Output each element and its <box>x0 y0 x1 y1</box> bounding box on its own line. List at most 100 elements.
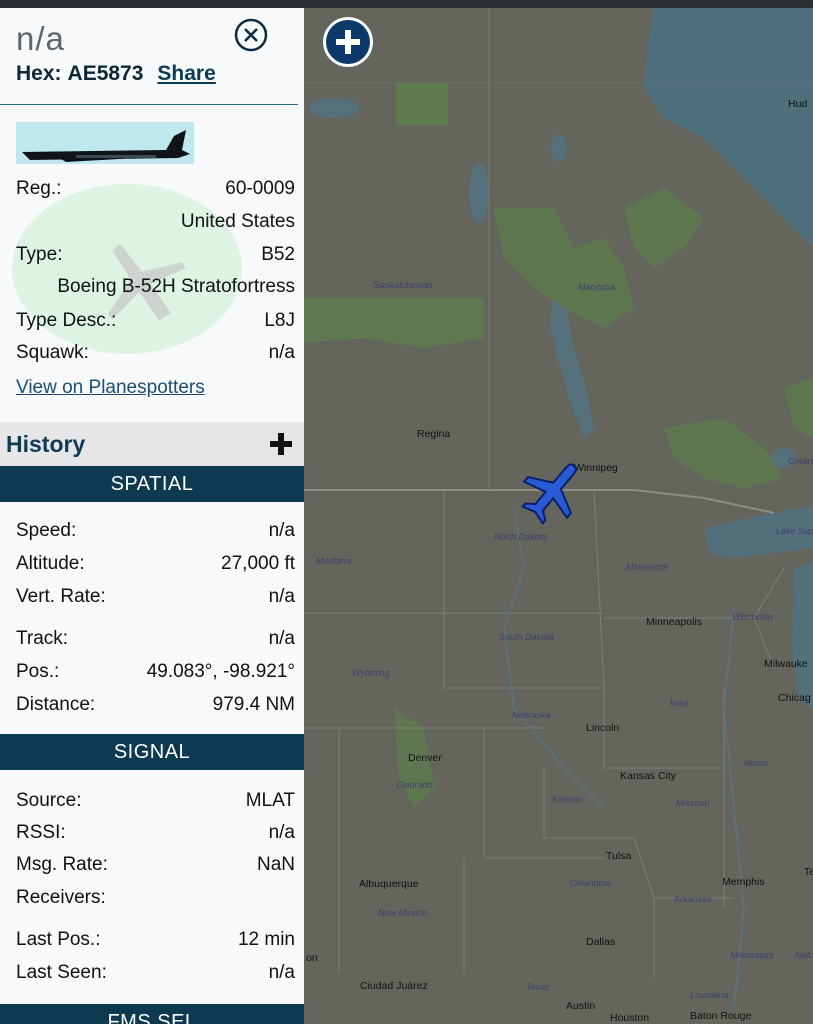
speed-row: Speed: n/a <box>16 520 295 542</box>
rssi-label: RSSI: <box>16 822 66 843</box>
msg-rate-label: Msg. Rate: <box>16 854 108 875</box>
type-value: B52 <box>261 244 295 265</box>
map-label-chicago: Chicag <box>778 692 811 704</box>
hex-value: AE5873 <box>67 62 144 85</box>
typedesc-label: Type Desc.: <box>16 310 117 331</box>
map-label-lake-superior: Lake Superi <box>776 526 813 536</box>
distance-label: Distance: <box>16 694 96 715</box>
map-label-new-mexico: New Mexico <box>378 908 428 918</box>
map-label-hud: Hud <box>788 98 808 110</box>
map-label-arkansas: Arkansas <box>674 894 712 904</box>
header-divider <box>0 104 298 105</box>
rssi-value: n/a <box>268 822 295 843</box>
type-label: Type: <box>16 244 63 265</box>
aircraft-silhouette-icon <box>22 130 190 162</box>
vert-rate-value: n/a <box>268 586 295 607</box>
map-label-te: Te <box>804 866 813 878</box>
speed-value: n/a <box>268 520 295 541</box>
last-pos-row: Last Pos.: 12 min <box>16 929 295 951</box>
map-label-colorado: Colorado <box>396 780 433 790</box>
reg-value: 60-0009 <box>225 178 295 199</box>
map-label-memphis: Memphis <box>722 876 765 888</box>
map-label-minneapolis: Minneapolis <box>646 616 703 628</box>
close-icon[interactable] <box>234 18 268 52</box>
map-label-kansas: Kansas <box>552 794 583 804</box>
zoom-in-button[interactable] <box>323 17 373 67</box>
map-label-tulsa: Tulsa <box>606 850 632 862</box>
msg-rate-value: NaN <box>256 854 295 875</box>
map-label-houston: Houston <box>610 1012 650 1024</box>
map-label-louisiana: Louisiana <box>690 990 729 1000</box>
map-label-dallas: Dallas <box>586 936 616 948</box>
aircraft-thumbnail <box>16 122 194 164</box>
map-label-wisconsin: Wisconsin <box>732 612 773 622</box>
map-label-wyoming: Wyoming <box>352 668 390 678</box>
type-row: Type: B52 <box>16 244 295 266</box>
squawk-row: Squawk: n/a <box>16 342 295 364</box>
country-value: United States <box>180 211 295 232</box>
map-label-nebraska: Nebraska <box>512 710 551 720</box>
altitude-row: Altitude: 27,000 ft <box>16 553 295 575</box>
map-label-mississippi: Mississippi <box>730 950 774 960</box>
track-label: Track: <box>16 628 69 649</box>
map-label-oklahoma: Oklahoma <box>570 878 612 888</box>
expand-plus-icon[interactable] <box>268 431 294 457</box>
track-row: Track: n/a <box>16 628 295 650</box>
map-label-albuquerque: Albuquerque <box>359 878 419 890</box>
altitude-label: Altitude: <box>16 553 85 574</box>
track-value: n/a <box>268 628 295 649</box>
map-label-denver: Denver <box>408 752 442 764</box>
history-label: History <box>6 431 86 457</box>
model-value: Boeing B-52H Stratofortress <box>57 276 295 297</box>
map-label-milwaukee: Milwauke <box>764 658 808 670</box>
position-value: 49.083°, -98.921° <box>146 661 295 682</box>
map-label-texas: Texas <box>526 982 550 992</box>
distance-row: Distance: 979.4 NM <box>16 694 295 716</box>
map-label-alab: Alab <box>794 950 813 960</box>
typedesc-row: Type Desc.: L8J <box>16 310 295 332</box>
speed-label: Speed: <box>16 520 77 541</box>
receivers-row: Receivers: <box>16 887 295 909</box>
reg-row: Reg.: 60-0009 <box>16 178 295 200</box>
msg-rate-row: Msg. Rate: NaN <box>16 854 295 876</box>
map-label-missouri: Missouri <box>676 798 710 808</box>
map-label-on: on <box>306 952 318 964</box>
position-label: Pos.: <box>16 661 60 682</box>
map-label-regina: Regina <box>417 428 451 440</box>
typedesc-value: L8J <box>264 310 295 331</box>
map-label-south-dakota: South Dakota <box>499 632 554 642</box>
squawk-label: Squawk: <box>16 342 89 363</box>
map-label-montana: Montana <box>316 556 352 566</box>
last-seen-row: Last Seen: n/a <box>16 962 295 984</box>
altitude-value: 27,000 ft <box>221 553 295 574</box>
source-value: MLAT <box>245 790 295 811</box>
spatial-section-header: SPATIAL <box>0 466 304 502</box>
planespotters-link[interactable]: View on Planespotters <box>16 377 205 399</box>
map-label-kansas-city: Kansas City <box>620 770 677 782</box>
last-seen-label: Last Seen: <box>16 962 107 983</box>
map-label-illinois: Illinois <box>744 758 770 768</box>
last-pos-value: 12 min <box>237 929 295 950</box>
map-label-minnesota: Minnesota <box>626 562 668 572</box>
map-label-north-dakota: North Dakota <box>494 532 548 542</box>
signal-section-header: SIGNAL <box>0 734 304 770</box>
last-seen-value: n/a <box>268 962 295 983</box>
fms-sel-section-header: FMS SEL <box>0 1004 304 1024</box>
history-header[interactable]: History <box>0 422 304 466</box>
map-label-saskatchewan: Saskatchewan <box>374 280 433 290</box>
aircraft-info-panel: n/a Hex: AE5873 Share Reg.: 60-0009 United… <box>0 8 304 1024</box>
share-link[interactable]: Share <box>157 62 215 85</box>
map-label-lincoln: Lincoln <box>586 722 620 734</box>
vert-rate-label: Vert. Rate: <box>16 586 106 607</box>
map-label-baton-rouge: Baton Rouge <box>690 1010 752 1022</box>
hex-row: Hex: AE5873 Share <box>16 62 216 86</box>
source-row: Source: MLAT <box>16 790 295 812</box>
map-label-austin: Austin <box>566 1000 596 1012</box>
distance-value: 979.4 NM <box>212 694 295 715</box>
aircraft-marker-icon[interactable] <box>520 456 584 528</box>
position-row: Pos.: 49.083°, -98.921° <box>16 661 295 683</box>
last-pos-label: Last Pos.: <box>16 929 101 950</box>
hex-label: Hex: <box>16 62 62 85</box>
map-label-iowa: Iowa <box>670 698 690 708</box>
callsign-title: n/a <box>16 20 65 57</box>
